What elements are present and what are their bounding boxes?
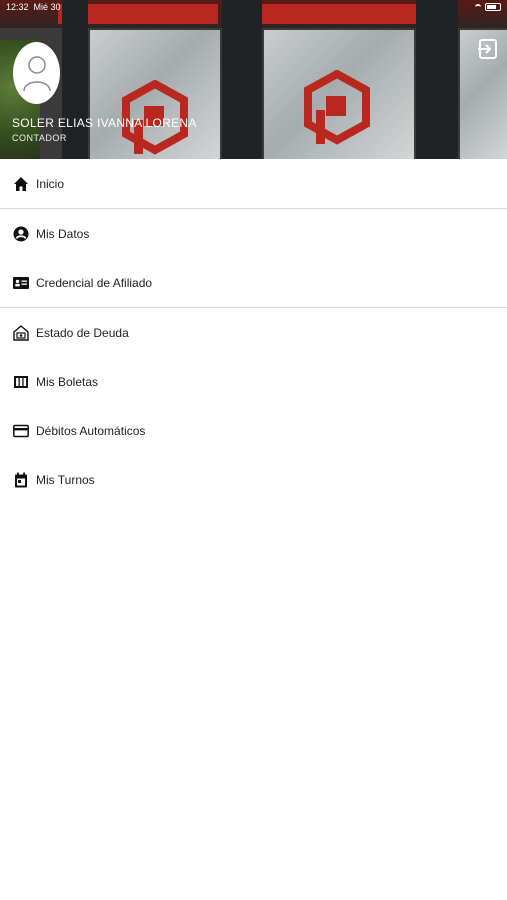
menu-item-credencial[interactable]: Credencial de Afiliado	[0, 258, 507, 307]
menu-item-label: Estado de Deuda	[36, 325, 129, 340]
id-card-icon	[13, 275, 29, 291]
user-name: SOLER ELIAS IVANNA LORENA	[12, 116, 197, 130]
menu-item-mis-datos[interactable]: Mis Datos	[0, 209, 507, 258]
drawer-menu: Inicio Mis Datos Credencial de Afiliado …	[0, 159, 507, 504]
wifi-icon	[475, 3, 481, 11]
menu-item-estado-deuda[interactable]: Estado de Deuda	[0, 308, 507, 357]
receipt-grid-icon	[13, 374, 29, 390]
window-frame	[222, 0, 262, 159]
logout-button[interactable]	[475, 36, 501, 62]
menu-item-label: Mis Datos	[36, 226, 90, 241]
brand-logo	[304, 70, 370, 145]
user-role: CONTADOR	[12, 133, 67, 143]
menu-item-mis-boletas[interactable]: Mis Boletas	[0, 357, 507, 406]
status-time: 12:32 Mié 30	[6, 2, 61, 12]
account-circle-icon	[13, 226, 29, 242]
avatar[interactable]	[13, 42, 60, 104]
status-time-text: 12:32	[6, 2, 29, 12]
menu-item-inicio[interactable]: Inicio	[0, 159, 507, 208]
menu-item-label: Inicio	[36, 176, 65, 191]
menu-item-label: Mis Boletas	[36, 374, 99, 389]
menu-item-debitos[interactable]: Débitos Automáticos	[0, 406, 507, 455]
menu-item-label: Credencial de Afiliado	[36, 275, 153, 290]
debt-house-icon	[13, 324, 29, 341]
home-icon	[13, 176, 29, 192]
drawer-header: 12:32 Mié 30 SOLER ELIAS IVANNA LORENA C…	[0, 0, 507, 159]
menu-item-label: Mis Turnos	[36, 472, 95, 487]
status-bar: 12:32 Mié 30	[0, 0, 507, 14]
credit-card-icon	[13, 423, 29, 439]
user-icon	[22, 56, 51, 92]
menu-item-mis-turnos[interactable]: Mis Turnos	[0, 455, 507, 504]
menu-item-label: Débitos Automáticos	[36, 423, 146, 438]
battery-icon	[485, 3, 501, 11]
window-frame	[416, 0, 458, 159]
calendar-icon	[13, 472, 29, 488]
status-indicators	[475, 3, 501, 11]
status-date-text: Mié 30	[33, 2, 61, 12]
logout-icon	[478, 39, 497, 59]
